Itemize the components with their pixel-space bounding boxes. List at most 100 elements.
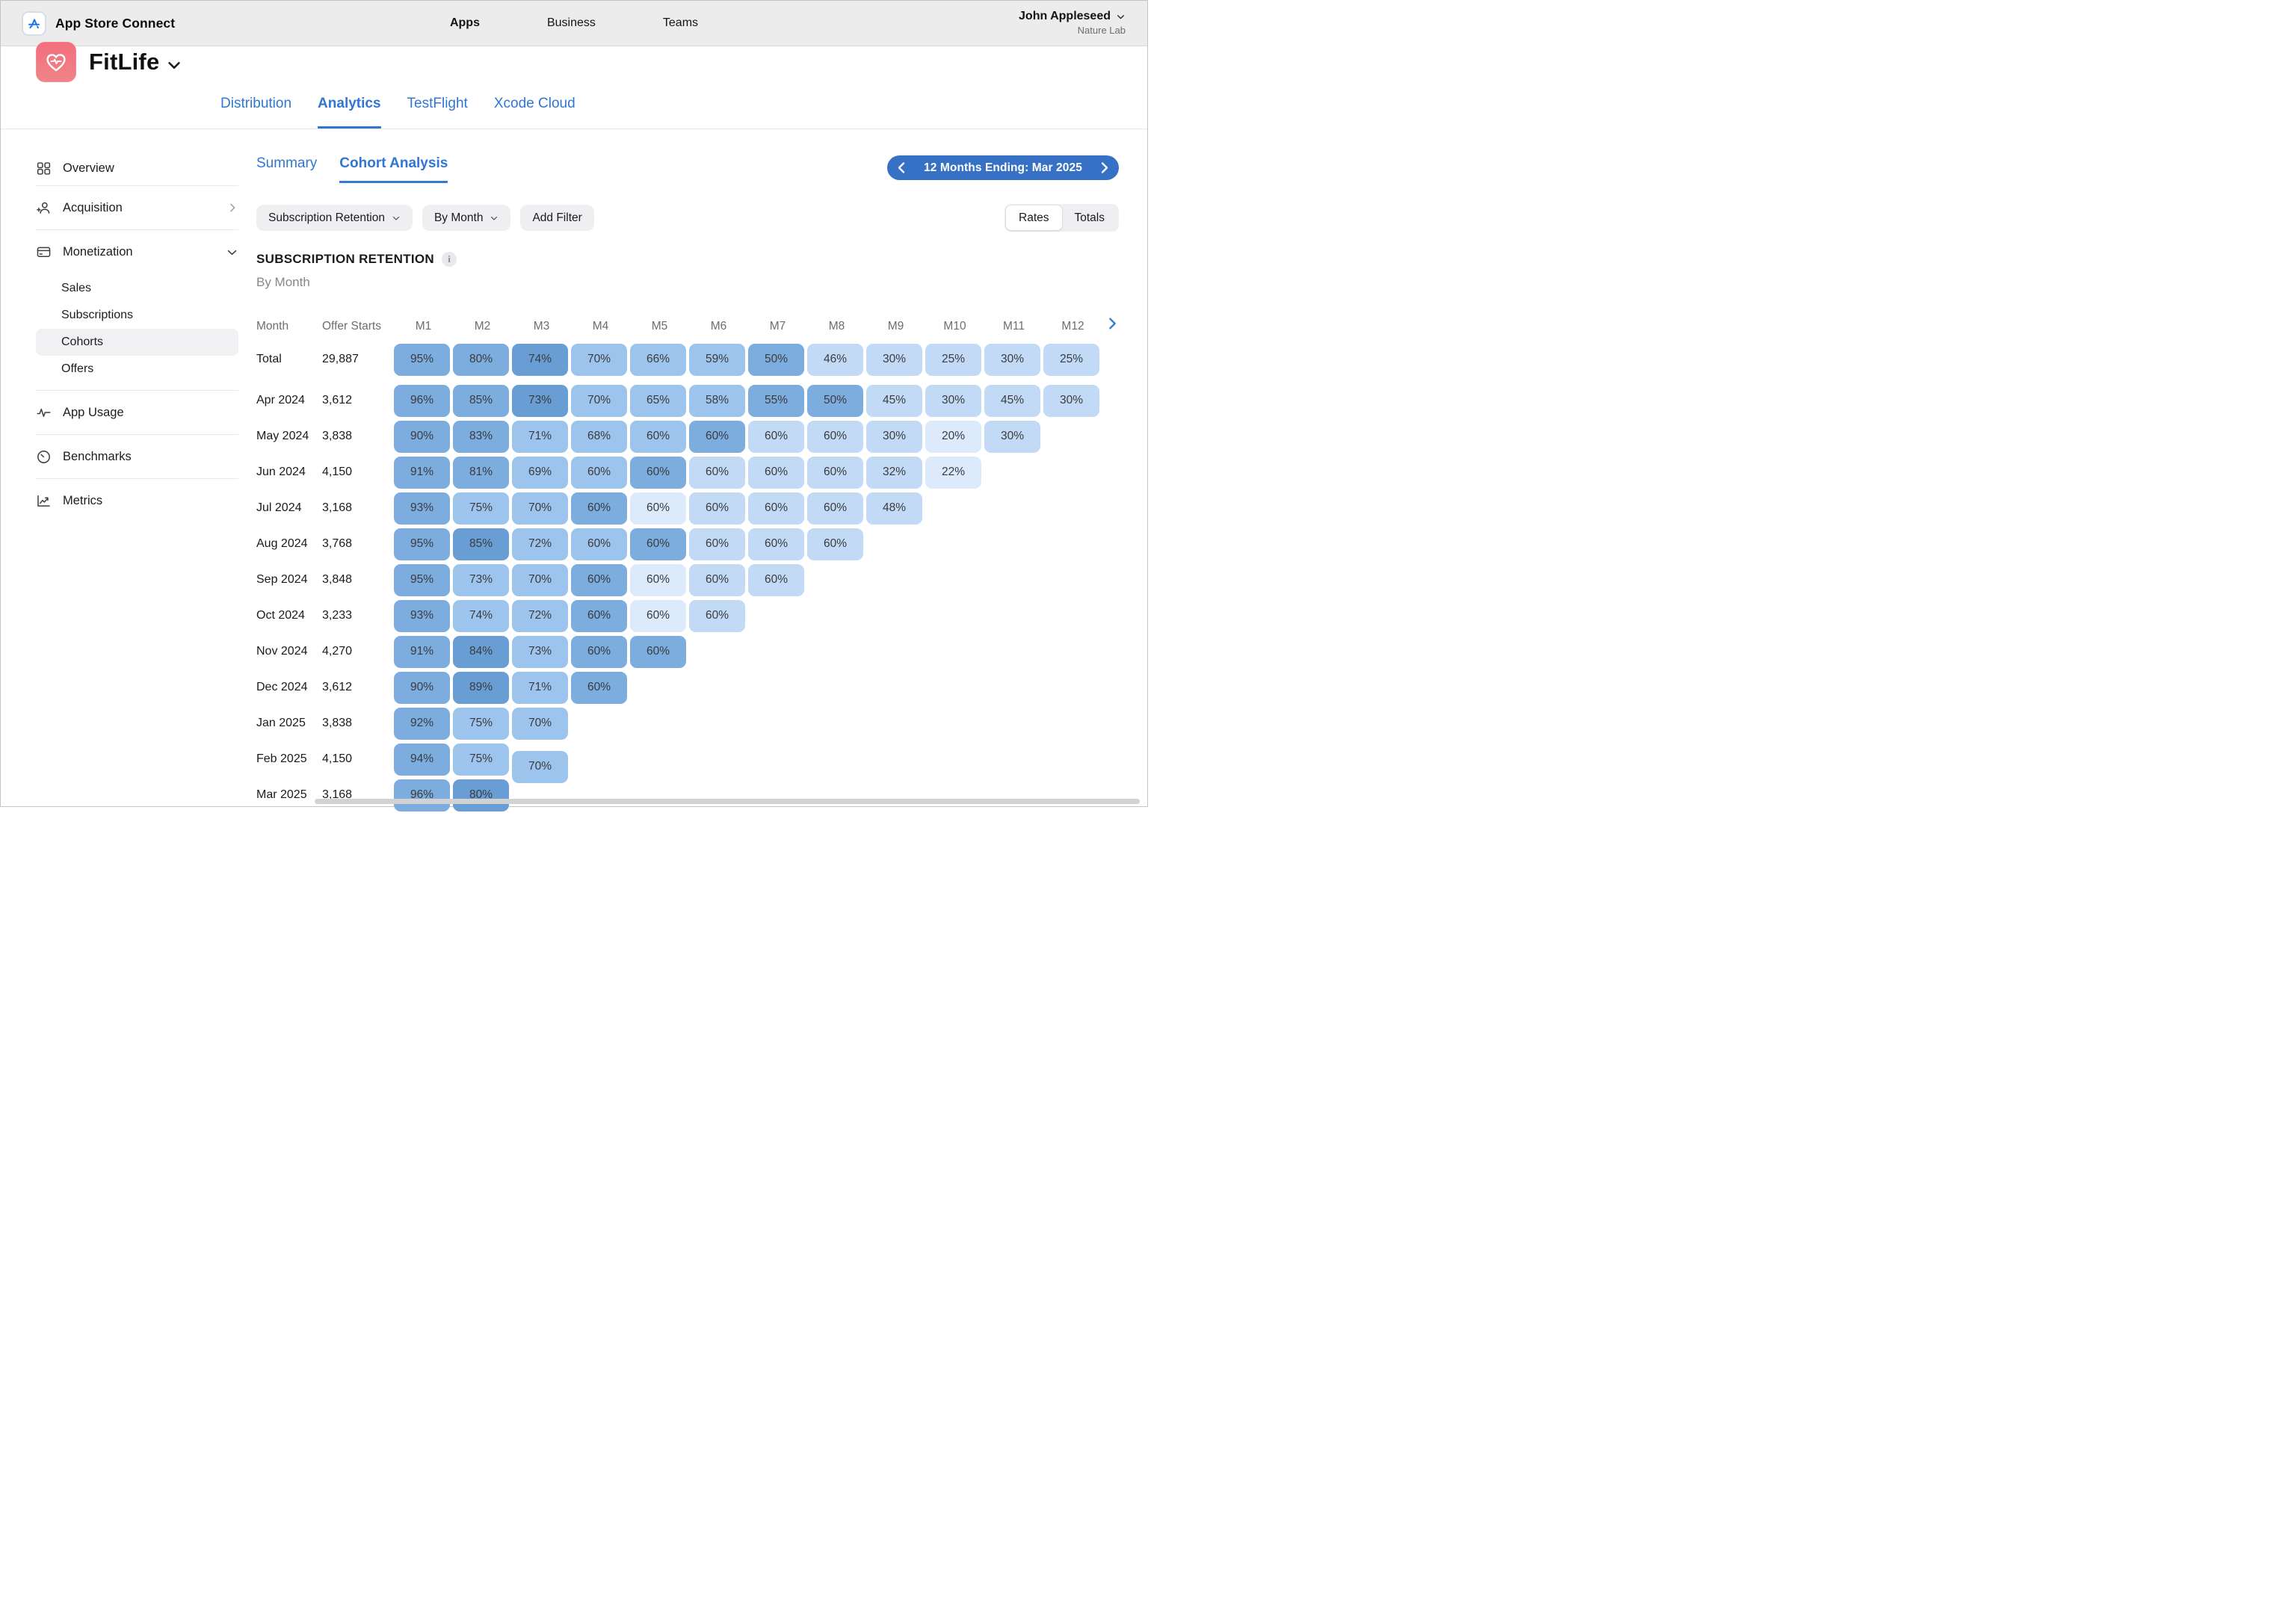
retention-cell[interactable]: 72% bbox=[512, 600, 568, 632]
retention-cell[interactable]: 30% bbox=[866, 344, 922, 376]
metric-dropdown[interactable]: Subscription Retention bbox=[256, 205, 413, 231]
retention-cell[interactable]: 60% bbox=[571, 672, 627, 704]
retention-cell[interactable]: 74% bbox=[453, 600, 509, 632]
retention-cell[interactable]: 60% bbox=[807, 528, 863, 560]
retention-cell[interactable]: 60% bbox=[807, 492, 863, 525]
retention-cell[interactable]: 22% bbox=[925, 457, 981, 489]
retention-cell[interactable]: 60% bbox=[689, 600, 745, 632]
retention-cell[interactable]: 95% bbox=[394, 564, 450, 596]
retention-cell[interactable]: 50% bbox=[807, 385, 863, 417]
app-store-connect-logo[interactable] bbox=[22, 12, 46, 35]
retention-cell[interactable]: 70% bbox=[512, 751, 568, 783]
retention-cell[interactable]: 55% bbox=[748, 385, 804, 417]
retention-cell[interactable]: 85% bbox=[453, 385, 509, 417]
retention-cell[interactable]: 50% bbox=[748, 344, 804, 376]
retention-cell[interactable]: 60% bbox=[748, 564, 804, 596]
retention-cell[interactable]: 25% bbox=[1043, 344, 1099, 376]
retention-cell[interactable]: 60% bbox=[630, 528, 686, 560]
retention-cell[interactable]: 75% bbox=[453, 743, 509, 776]
retention-cell[interactable]: 60% bbox=[571, 457, 627, 489]
next-columns-chevron-icon[interactable] bbox=[1108, 317, 1117, 330]
previous-period-chevron-icon[interactable] bbox=[897, 161, 906, 174]
retention-cell[interactable]: 74% bbox=[512, 344, 568, 376]
retention-cell[interactable]: 45% bbox=[984, 385, 1040, 417]
retention-cell[interactable]: 75% bbox=[453, 708, 509, 740]
retention-cell[interactable]: 70% bbox=[512, 708, 568, 740]
retention-cell[interactable]: 60% bbox=[748, 457, 804, 489]
retention-cell[interactable]: 71% bbox=[512, 672, 568, 704]
retention-cell[interactable]: 73% bbox=[512, 636, 568, 668]
retention-cell[interactable]: 75% bbox=[453, 492, 509, 525]
retention-cell[interactable]: 58% bbox=[689, 385, 745, 417]
app-name[interactable]: FitLife bbox=[89, 49, 159, 75]
retention-cell[interactable]: 70% bbox=[512, 564, 568, 596]
retention-cell[interactable]: 60% bbox=[571, 564, 627, 596]
retention-cell[interactable]: 84% bbox=[453, 636, 509, 668]
sidebar-item-benchmarks[interactable]: Benchmarks bbox=[36, 435, 238, 478]
retention-cell[interactable]: 60% bbox=[807, 457, 863, 489]
retention-cell[interactable]: 91% bbox=[394, 457, 450, 489]
retention-cell[interactable]: 60% bbox=[571, 636, 627, 668]
add-filter-button[interactable]: Add Filter bbox=[520, 205, 593, 231]
tab-cohort-analysis[interactable]: Cohort Analysis bbox=[339, 155, 448, 183]
retention-cell[interactable]: 71% bbox=[512, 421, 568, 453]
retention-cell[interactable]: 69% bbox=[512, 457, 568, 489]
top-nav-apps[interactable]: Apps bbox=[450, 16, 480, 30]
retention-cell[interactable]: 70% bbox=[571, 385, 627, 417]
retention-cell[interactable]: 25% bbox=[925, 344, 981, 376]
retention-cell[interactable]: 70% bbox=[512, 492, 568, 525]
toggle-rates[interactable]: Rates bbox=[1006, 205, 1062, 230]
retention-cell[interactable]: 60% bbox=[571, 528, 627, 560]
retention-cell[interactable]: 73% bbox=[512, 385, 568, 417]
retention-cell[interactable]: 80% bbox=[453, 779, 509, 811]
date-range-picker[interactable]: 12 Months Ending: Mar 2025 bbox=[887, 155, 1119, 180]
retention-cell[interactable]: 80% bbox=[453, 344, 509, 376]
sidebar-subitem-subscriptions[interactable]: Subscriptions bbox=[36, 302, 238, 329]
retention-cell[interactable]: 60% bbox=[630, 457, 686, 489]
retention-cell[interactable]: 60% bbox=[689, 492, 745, 525]
retention-cell[interactable]: 30% bbox=[1043, 385, 1099, 417]
horizontal-scrollbar[interactable] bbox=[315, 799, 1140, 804]
sidebar-item-monetization[interactable]: Monetization bbox=[36, 230, 238, 273]
retention-cell[interactable]: 60% bbox=[630, 421, 686, 453]
retention-cell[interactable]: 60% bbox=[748, 492, 804, 525]
retention-cell[interactable]: 93% bbox=[394, 492, 450, 525]
retention-cell[interactable]: 30% bbox=[925, 385, 981, 417]
retention-cell[interactable]: 60% bbox=[630, 564, 686, 596]
info-icon[interactable]: i bbox=[442, 252, 457, 267]
retention-cell[interactable]: 94% bbox=[394, 743, 450, 776]
user-menu[interactable]: John Appleseed Nature Lab bbox=[1019, 9, 1126, 37]
sidebar-subitem-offers[interactable]: Offers bbox=[36, 356, 238, 383]
retention-cell[interactable]: 45% bbox=[866, 385, 922, 417]
retention-cell[interactable]: 89% bbox=[453, 672, 509, 704]
tab-testflight[interactable]: TestFlight bbox=[407, 96, 468, 129]
retention-cell[interactable]: 32% bbox=[866, 457, 922, 489]
retention-cell[interactable]: 59% bbox=[689, 344, 745, 376]
sidebar-item-app-usage[interactable]: App Usage bbox=[36, 391, 238, 434]
tab-xcode-cloud[interactable]: Xcode Cloud bbox=[494, 96, 575, 129]
tab-analytics[interactable]: Analytics bbox=[318, 96, 380, 129]
toggle-totals[interactable]: Totals bbox=[1062, 205, 1118, 230]
retention-cell[interactable]: 96% bbox=[394, 779, 450, 811]
retention-cell[interactable]: 72% bbox=[512, 528, 568, 560]
retention-cell[interactable]: 65% bbox=[630, 385, 686, 417]
retention-cell[interactable]: 60% bbox=[689, 457, 745, 489]
retention-cell[interactable]: 73% bbox=[453, 564, 509, 596]
retention-cell[interactable]: 70% bbox=[571, 344, 627, 376]
next-period-chevron-icon[interactable] bbox=[1100, 161, 1109, 174]
retention-cell[interactable]: 68% bbox=[571, 421, 627, 453]
retention-cell[interactable]: 30% bbox=[984, 421, 1040, 453]
retention-cell[interactable]: 83% bbox=[453, 421, 509, 453]
retention-cell[interactable]: 20% bbox=[925, 421, 981, 453]
retention-cell[interactable]: 60% bbox=[571, 600, 627, 632]
tab-distribution[interactable]: Distribution bbox=[220, 96, 291, 129]
retention-cell[interactable]: 60% bbox=[630, 492, 686, 525]
retention-cell[interactable]: 95% bbox=[394, 528, 450, 560]
retention-cell[interactable]: 92% bbox=[394, 708, 450, 740]
retention-cell[interactable]: 48% bbox=[866, 492, 922, 525]
retention-cell[interactable]: 60% bbox=[748, 421, 804, 453]
retention-cell[interactable]: 91% bbox=[394, 636, 450, 668]
grouping-dropdown[interactable]: By Month bbox=[422, 205, 510, 231]
retention-cell[interactable]: 95% bbox=[394, 344, 450, 376]
retention-cell[interactable]: 93% bbox=[394, 600, 450, 632]
